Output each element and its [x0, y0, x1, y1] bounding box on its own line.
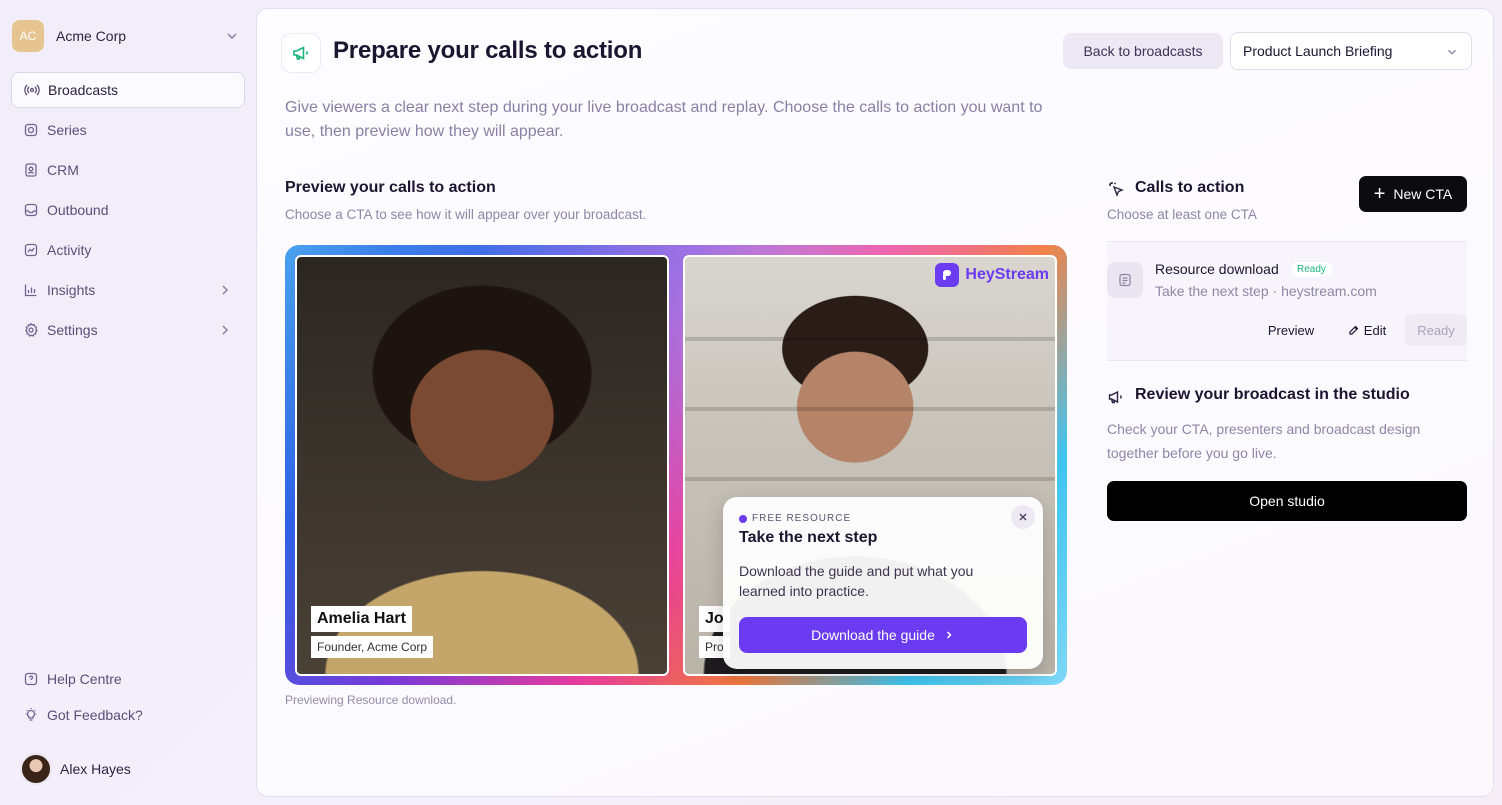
page-title: Prepare your calls to action: [333, 37, 643, 64]
sidebar-item-label: Outbound: [47, 202, 109, 218]
preview-title: Preview your calls to action: [285, 179, 496, 196]
cta-list-item[interactable]: Resource download Ready Take the next st…: [1107, 241, 1467, 361]
download-guide-label: Download the guide: [811, 627, 935, 643]
open-studio-button[interactable]: Open studio: [1107, 481, 1467, 521]
bookshelf: [685, 407, 1055, 411]
megaphone-icon: [1108, 390, 1122, 404]
megaphone-icon: [281, 33, 321, 73]
chevron-down-icon: [1448, 49, 1456, 55]
chevron-down-icon: [227, 33, 237, 40]
cta-overlay-card: FREE RESOURCE Take the next step Downloa…: [723, 497, 1043, 669]
edit-icon: [1349, 325, 1359, 335]
org-avatar: AC: [12, 20, 44, 52]
help-icon: [24, 672, 38, 686]
avatar: [20, 753, 52, 785]
broadcast-select-value: Product Launch Briefing: [1243, 43, 1393, 59]
lightbulb-icon: [25, 708, 37, 721]
ready-button[interactable]: Ready: [1405, 314, 1467, 346]
help-centre-label: Help Centre: [47, 671, 122, 687]
document-icon: [1107, 262, 1143, 298]
sidebar-item-outbound[interactable]: Outbound: [11, 192, 245, 228]
ctas-title: Calls to action: [1135, 179, 1245, 196]
download-guide-button[interactable]: Download the guide: [739, 617, 1027, 653]
preview-subtitle: Choose a CTA to see how it will appear o…: [285, 207, 647, 222]
presenter-name: Amelia Hart: [311, 606, 412, 632]
contacts-icon: [25, 163, 37, 177]
user-profile[interactable]: Alex Hayes: [20, 753, 131, 785]
new-cta-label: New CTA: [1393, 186, 1453, 202]
dot-icon: [739, 514, 747, 523]
cta-item-title: Resource download: [1155, 261, 1279, 277]
bookshelf: [685, 337, 1055, 341]
cta-item-subtitle: Take the next step · heystream.com: [1155, 283, 1377, 299]
sidebar-item-label: CRM: [47, 162, 79, 178]
feedback-label: Got Feedback?: [47, 707, 143, 723]
edit-button[interactable]: Edit: [1339, 314, 1395, 346]
help-centre-link[interactable]: Help Centre: [11, 661, 245, 697]
broadcast-preview: Amelia Hart Founder, Acme Corp HeyStream…: [285, 245, 1067, 685]
logo-icon: [935, 263, 960, 287]
series-icon: [24, 123, 38, 137]
brand-name: HeyStream: [965, 266, 1049, 283]
plus-icon: +: [1373, 183, 1386, 205]
presenter-tile: Amelia Hart Founder, Acme Corp: [295, 255, 669, 676]
chart-icon: [24, 284, 37, 297]
cta-body: Download the guide and put what you lear…: [739, 563, 974, 599]
presenter-role: Founder, Acme Corp: [311, 636, 434, 658]
studio-title: Review your broadcast in the studio: [1135, 386, 1410, 403]
sidebar: AC Acme Corp Broadcasts Series CRM Outbo…: [0, 0, 256, 805]
close-icon: [1019, 513, 1027, 521]
inbox-icon: [24, 203, 38, 217]
user-name: Alex Hayes: [60, 761, 131, 777]
intro-text: Give viewers a clear next step during yo…: [285, 99, 1043, 140]
broadcast-icon: [24, 84, 40, 96]
preview-note: Previewing Resource download.: [285, 693, 457, 707]
org-name: Acme Corp: [56, 28, 127, 44]
bottom-nav: Help Centre Got Feedback?: [11, 661, 245, 733]
cta-title: Take the next step: [739, 529, 878, 546]
sidebar-item-settings[interactable]: Settings: [11, 312, 245, 348]
studio-text: Check your CTA, presenters and broadcast…: [1107, 421, 1421, 461]
org-switcher[interactable]: AC Acme Corp: [12, 20, 244, 52]
main-nav: Broadcasts Series CRM Outbound Activity …: [11, 72, 245, 352]
sidebar-item-label: Activity: [47, 242, 92, 258]
activity-icon: [24, 243, 38, 257]
sidebar-item-insights[interactable]: Insights: [11, 272, 245, 308]
chevron-right-icon: [946, 631, 952, 639]
cursor-click-icon: [1109, 182, 1124, 197]
sidebar-item-label: Broadcasts: [48, 82, 119, 98]
chevron-right-icon: [222, 285, 229, 295]
brand-logo: HeyStream: [935, 263, 1049, 287]
new-cta-button[interactable]: + New CTA: [1359, 176, 1467, 212]
edit-label: Edit: [1363, 322, 1387, 338]
cta-kicker-text: FREE RESOURCE: [752, 513, 852, 524]
sidebar-item-activity[interactable]: Activity: [11, 232, 245, 268]
sidebar-item-broadcasts[interactable]: Broadcasts: [11, 72, 245, 108]
ctas-subtitle: Choose at least one CTA: [1107, 207, 1257, 222]
sidebar-item-series[interactable]: Series: [11, 112, 245, 148]
back-to-broadcasts-button[interactable]: Back to broadcasts: [1063, 33, 1223, 69]
broadcast-select[interactable]: Product Launch Briefing: [1230, 32, 1472, 70]
sidebar-item-label: Insights: [47, 282, 96, 298]
sidebar-item-label: Settings: [47, 322, 98, 338]
main-panel: Prepare your calls to action Back to bro…: [256, 8, 1494, 797]
close-button[interactable]: [1011, 505, 1035, 529]
chevron-right-icon: [222, 325, 229, 335]
cta-kicker: FREE RESOURCE: [739, 513, 851, 524]
gear-icon: [25, 322, 38, 337]
preview-button[interactable]: Preview: [1259, 314, 1323, 346]
status-badge: Ready: [1291, 262, 1332, 277]
feedback-link[interactable]: Got Feedback?: [11, 697, 245, 733]
sidebar-item-crm[interactable]: CRM: [11, 152, 245, 188]
bookshelf: [685, 477, 1055, 481]
sidebar-item-label: Series: [47, 122, 87, 138]
